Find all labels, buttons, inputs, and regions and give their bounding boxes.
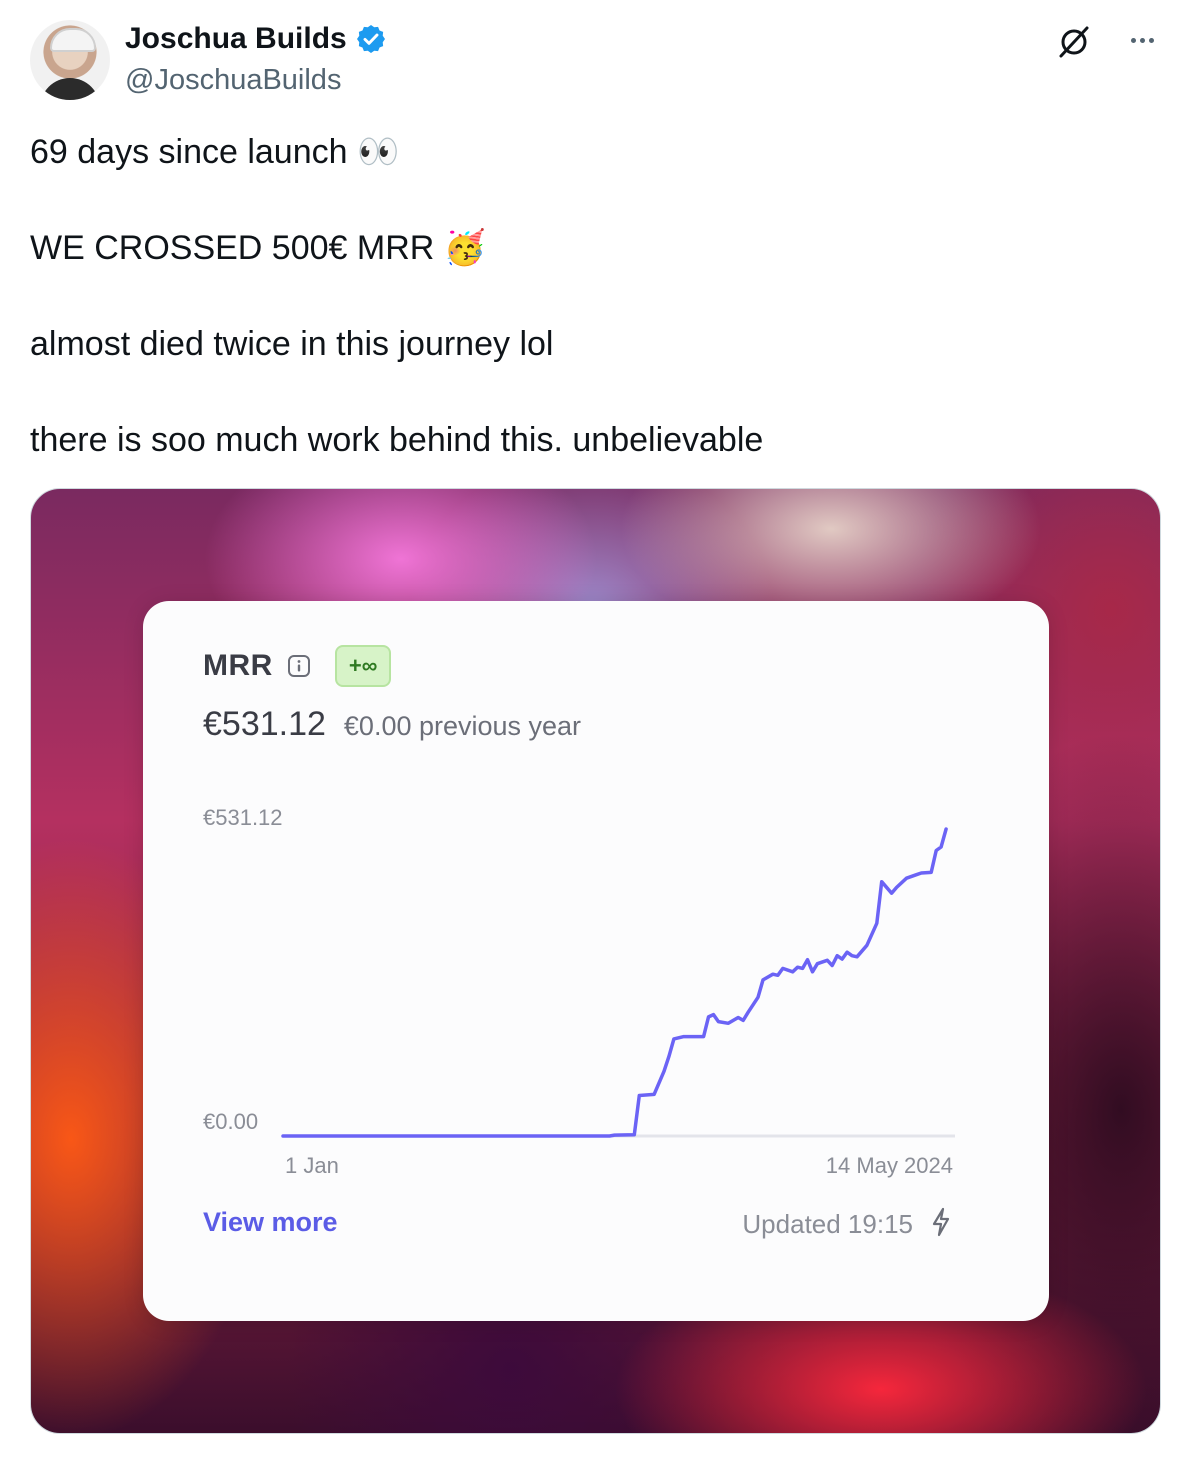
updated-timestamp: Updated 19:15 bbox=[742, 1209, 913, 1239]
bolt-icon bbox=[932, 1207, 950, 1237]
post-media-image[interactable]: MRR +∞ €531.12 €0.00 previous year €531.… bbox=[30, 488, 1161, 1434]
post-text-line: there is soo much work behind this. unbe… bbox=[30, 421, 764, 459]
avatar-cap bbox=[50, 28, 96, 52]
post-text-line: 69 days since launch 👀 bbox=[30, 133, 400, 171]
post-text-line bbox=[30, 368, 1150, 416]
post-text-line: WE CROSSED 500€ MRR 🥳 bbox=[30, 229, 487, 267]
handle[interactable]: @JoschuaBuilds bbox=[125, 64, 341, 97]
dot bbox=[1139, 37, 1145, 43]
avatar[interactable] bbox=[30, 20, 110, 100]
name-row: Joschua Builds bbox=[125, 22, 387, 56]
more-options-icon[interactable] bbox=[1124, 26, 1160, 54]
post-text-line bbox=[30, 272, 1150, 320]
mrr-series-line bbox=[281, 827, 948, 1138]
post-text-line: almost died twice in this journey lol bbox=[30, 325, 554, 363]
dot bbox=[1148, 37, 1154, 43]
post-text-line bbox=[30, 176, 1150, 224]
view-more-link[interactable]: View more bbox=[203, 1207, 338, 1238]
post-text: 69 days since launch 👀 WE CROSSED 500€ M… bbox=[30, 128, 1150, 464]
avatar-shirt bbox=[40, 78, 100, 100]
post-header: Joschua Builds @JoschuaBuilds bbox=[30, 20, 1160, 102]
display-name[interactable]: Joschua Builds bbox=[125, 22, 347, 56]
verified-badge-icon bbox=[356, 25, 385, 53]
dot bbox=[1130, 37, 1136, 43]
mrr-card: MRR +∞ €531.12 €0.00 previous year €531.… bbox=[143, 601, 1049, 1321]
grok-icon[interactable] bbox=[1056, 24, 1092, 60]
